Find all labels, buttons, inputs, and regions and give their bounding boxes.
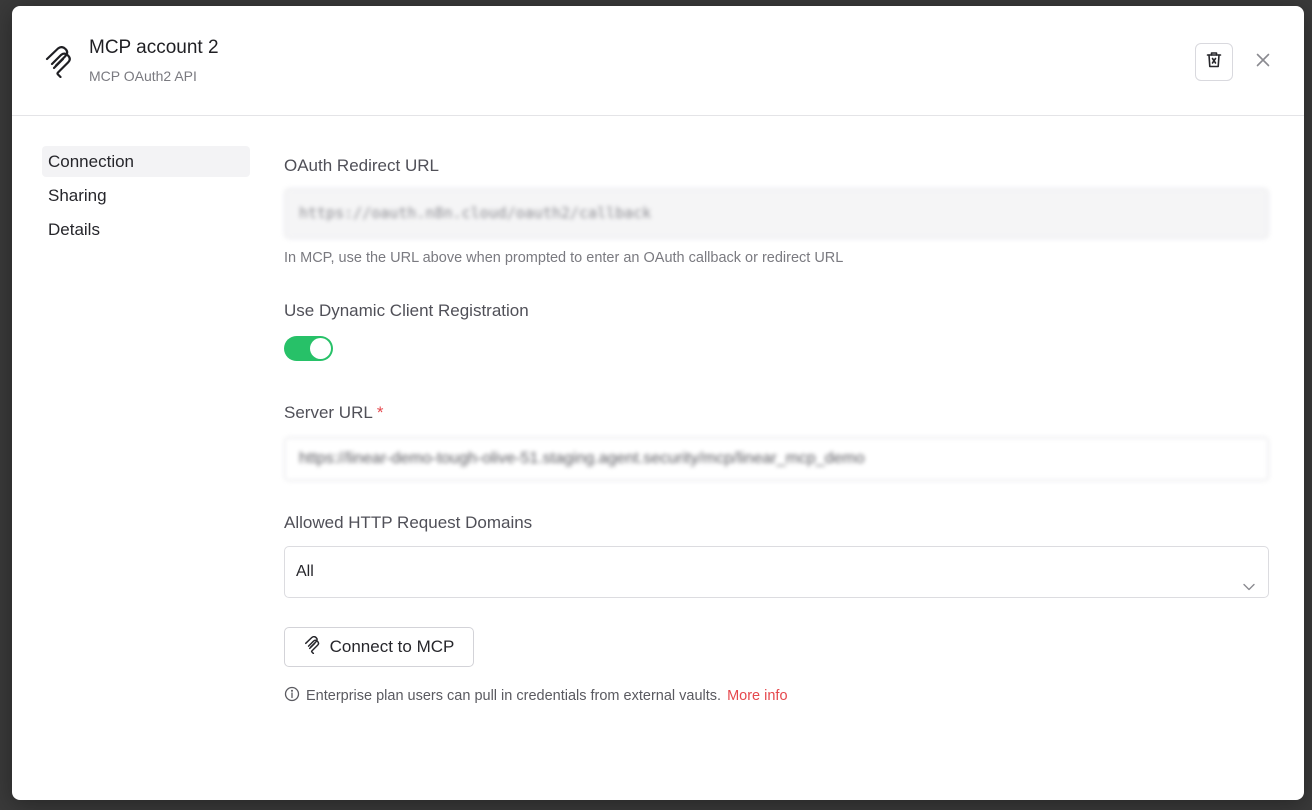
modal-title: MCP account 2	[89, 37, 219, 58]
chevron-down-icon	[1242, 565, 1256, 591]
sidebar-item-sharing[interactable]: Sharing	[42, 180, 250, 211]
connect-to-mcp-button[interactable]: Connect to MCP	[284, 627, 474, 667]
mcp-logo-icon	[44, 46, 74, 79]
redirect-url-field[interactable]: https://oauth.n8n.cloud/oauth2/callback	[284, 188, 1269, 239]
dcr-toggle[interactable]	[284, 336, 333, 361]
required-mark: *	[376, 403, 384, 422]
more-info-link[interactable]: More info	[727, 688, 787, 704]
enterprise-note: Enterprise plan users can pull in creden…	[284, 686, 788, 706]
modal-sidebar-nav: Connection Sharing Details	[42, 146, 250, 248]
modal-header: MCP account 2 MCP OAuth2 API	[12, 6, 1304, 116]
credential-modal: MCP account 2 MCP OAuth2 API Connection …	[12, 6, 1304, 800]
sidebar-item-connection[interactable]: Connection	[42, 146, 250, 177]
connect-button-label: Connect to MCP	[329, 637, 455, 656]
redirect-url-hint: In MCP, use the URL above when prompted …	[284, 250, 844, 266]
close-button[interactable]	[1251, 50, 1275, 74]
redirect-url-label: OAuth Redirect URL	[284, 156, 439, 175]
server-url-label: Server URL *	[284, 403, 384, 423]
trash-icon	[1206, 51, 1222, 73]
allowed-domains-select[interactable]: All	[284, 546, 1269, 598]
delete-button[interactable]	[1195, 43, 1233, 81]
allowed-domains-value: All	[296, 563, 314, 580]
info-icon	[284, 686, 300, 706]
modal-subtitle: MCP OAuth2 API	[89, 68, 197, 84]
allowed-domains-label: Allowed HTTP Request Domains	[284, 513, 533, 532]
toggle-knob	[310, 338, 331, 359]
mcp-logo-icon	[304, 635, 321, 659]
server-url-label-text: Server URL	[284, 403, 373, 422]
sidebar-item-details[interactable]: Details	[42, 214, 250, 245]
dcr-label: Use Dynamic Client Registration	[284, 301, 529, 320]
enterprise-note-text: Enterprise plan users can pull in creden…	[306, 688, 722, 704]
close-icon	[1256, 53, 1270, 72]
server-url-input[interactable]	[284, 437, 1269, 481]
